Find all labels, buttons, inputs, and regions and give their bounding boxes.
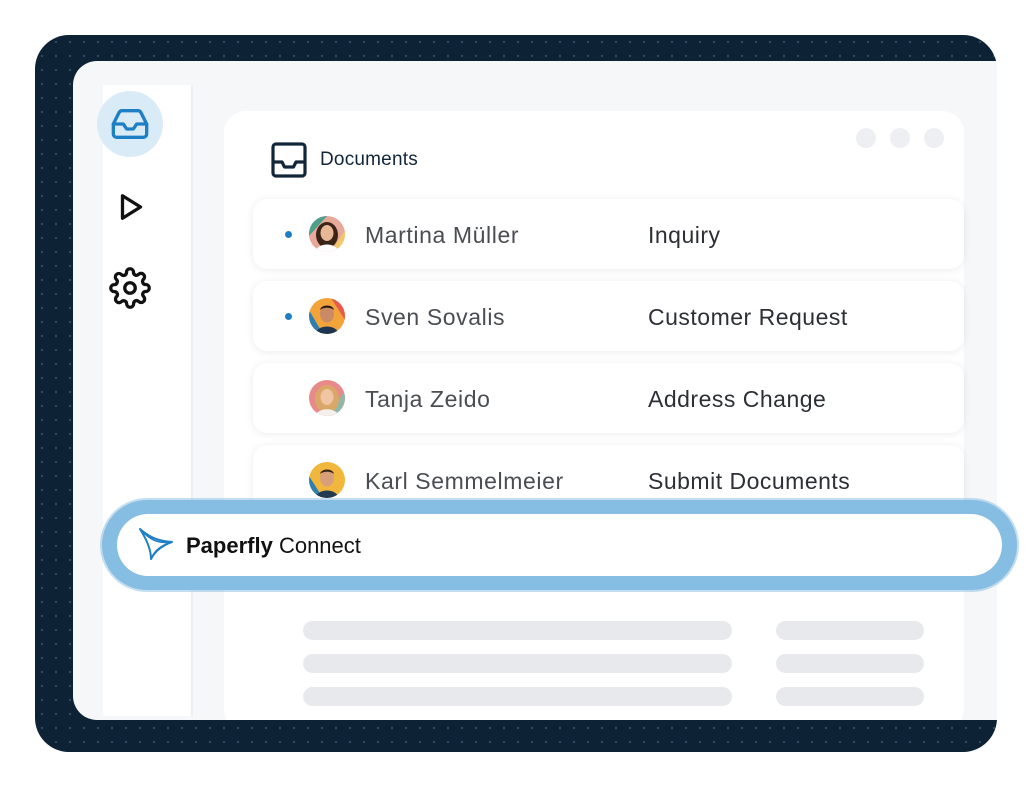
documents-list: Martina Müller Inquiry Sven Sovalis Cust… bbox=[253, 199, 964, 527]
avatar bbox=[309, 216, 345, 252]
list-item[interactable]: Martina Müller Inquiry bbox=[253, 199, 964, 269]
panel-title: Documents bbox=[320, 149, 418, 170]
sidebar-item-settings[interactable] bbox=[97, 255, 163, 321]
avatar bbox=[309, 380, 345, 416]
contact-name: Tanja Zeido bbox=[365, 386, 491, 412]
unread-indicator bbox=[285, 313, 292, 320]
document-subject: Submit Documents bbox=[648, 468, 851, 494]
paperfly-connect-bar[interactable]: Paperfly Connect bbox=[117, 514, 1002, 576]
skeleton-bar bbox=[776, 654, 924, 673]
documents-panel: Documents Martina Müller Inquiry Sven So… bbox=[224, 111, 964, 720]
connect-label: Paperfly Connect bbox=[186, 533, 361, 559]
contact-name: Karl Semmelmeier bbox=[365, 468, 564, 494]
avatar bbox=[309, 298, 345, 334]
window-dot[interactable] bbox=[890, 128, 910, 148]
skeleton-bar bbox=[303, 654, 732, 673]
unread-indicator bbox=[285, 231, 292, 238]
window-dot[interactable] bbox=[856, 128, 876, 148]
avatar bbox=[309, 462, 345, 498]
contact-name: Martina Müller bbox=[365, 222, 520, 248]
play-icon bbox=[120, 194, 143, 220]
skeleton-bar bbox=[303, 621, 732, 640]
sidebar-item-play[interactable] bbox=[97, 174, 163, 240]
brand-name: Paperfly bbox=[186, 533, 273, 558]
skeleton-bar bbox=[303, 687, 732, 706]
window-dot[interactable] bbox=[924, 128, 944, 148]
paper-plane-icon bbox=[139, 528, 173, 560]
skeleton-bar bbox=[776, 687, 924, 706]
document-subject: Customer Request bbox=[648, 304, 848, 330]
inbox-icon bbox=[271, 142, 307, 178]
list-item[interactable]: Sven Sovalis Customer Request bbox=[253, 281, 964, 351]
document-subject: Address Change bbox=[648, 386, 827, 412]
contact-name: Sven Sovalis bbox=[365, 304, 506, 330]
list-item[interactable]: Tanja Zeido Address Change bbox=[253, 363, 964, 433]
skeleton-bar bbox=[776, 621, 924, 640]
gear-icon bbox=[109, 267, 151, 309]
panel-header: Documents bbox=[271, 142, 418, 178]
product-name: Connect bbox=[278, 533, 361, 558]
sidebar bbox=[97, 85, 193, 716]
document-subject: Inquiry bbox=[648, 222, 721, 248]
window-controls bbox=[856, 128, 944, 148]
app-window: Documents Martina Müller Inquiry Sven So… bbox=[73, 61, 997, 720]
inbox-icon bbox=[111, 109, 149, 139]
sidebar-item-inbox[interactable] bbox=[97, 91, 163, 157]
